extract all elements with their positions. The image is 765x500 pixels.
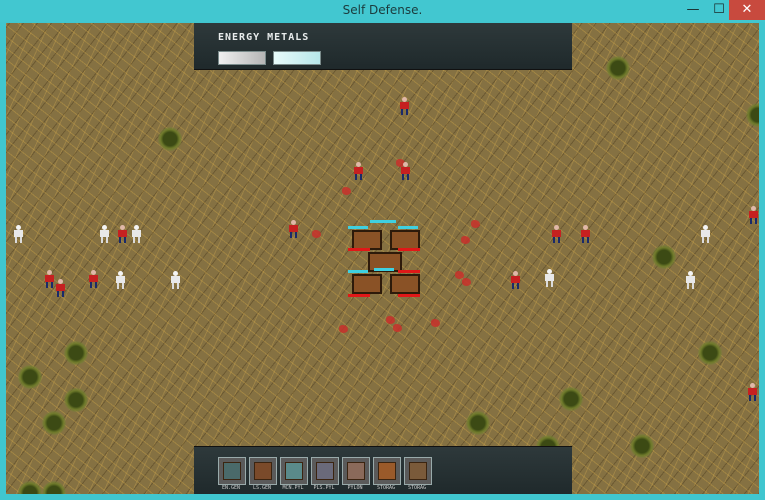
blood-splat bbox=[339, 325, 348, 333]
enemy-soldier[interactable] bbox=[98, 225, 110, 243]
blood-splat bbox=[342, 187, 351, 195]
blood-splat bbox=[312, 230, 321, 238]
build-machine-pylon-button[interactable] bbox=[280, 457, 308, 485]
shield-bar bbox=[370, 220, 396, 223]
enemy-soldier[interactable] bbox=[398, 97, 410, 115]
enemy-soldier[interactable] bbox=[130, 225, 142, 243]
enemy-soldier[interactable] bbox=[747, 206, 759, 224]
minimize-button[interactable]: — bbox=[680, 0, 706, 20]
base-module[interactable] bbox=[352, 230, 382, 250]
player-base[interactable] bbox=[346, 216, 421, 301]
health-bar bbox=[398, 294, 420, 297]
metals-bar bbox=[273, 51, 321, 65]
blood-splat bbox=[386, 316, 395, 324]
shield-bar bbox=[348, 270, 368, 273]
crater bbox=[466, 411, 490, 435]
build-storage-button[interactable] bbox=[373, 457, 401, 485]
enemy-soldier[interactable] bbox=[509, 271, 521, 289]
build-label: EN.GEN bbox=[221, 485, 241, 491]
base-module[interactable] bbox=[390, 274, 420, 294]
metal-generator-icon bbox=[254, 462, 272, 480]
machine-pylon-icon bbox=[285, 462, 303, 480]
shield-bar bbox=[348, 226, 368, 229]
crater bbox=[630, 434, 654, 458]
build-menu: EN.GEN LS.GEN MCN.PYL PLS.PYL PYLON STOR… bbox=[194, 446, 572, 494]
close-button[interactable]: ✕ bbox=[729, 0, 765, 20]
health-bar bbox=[348, 248, 370, 251]
energy-bar bbox=[218, 51, 266, 65]
enemy-soldier[interactable] bbox=[114, 271, 126, 289]
crater bbox=[606, 56, 630, 80]
shield-bar bbox=[374, 268, 394, 271]
enemy-soldier[interactable] bbox=[550, 225, 562, 243]
enemy-soldier[interactable] bbox=[116, 225, 128, 243]
crater bbox=[42, 481, 66, 494]
build-plasma-pylon-button[interactable] bbox=[311, 457, 339, 485]
base-module[interactable] bbox=[352, 274, 382, 294]
enemy-soldier[interactable] bbox=[169, 271, 181, 289]
game-window: Self Defense. — ☐ ✕ ENERGY METALS EN.GEN… bbox=[0, 0, 765, 500]
enemy-soldier[interactable] bbox=[287, 220, 299, 238]
storage-icon bbox=[378, 462, 396, 480]
blood-splat bbox=[393, 324, 402, 332]
energy-generator-icon bbox=[223, 462, 241, 480]
enemy-soldier[interactable] bbox=[352, 162, 364, 180]
build-metal-generator-button[interactable] bbox=[249, 457, 277, 485]
resource-panel: ENERGY METALS bbox=[194, 23, 572, 70]
pylon-icon bbox=[347, 462, 365, 480]
build-label: PYLON bbox=[347, 485, 363, 491]
enemy-soldier[interactable] bbox=[699, 225, 711, 243]
crater bbox=[18, 481, 42, 494]
shield-bar bbox=[398, 226, 418, 229]
crater bbox=[18, 365, 42, 389]
health-bar bbox=[398, 248, 420, 251]
health-bar bbox=[398, 270, 420, 273]
health-bar bbox=[348, 294, 370, 297]
build-label: LS.GEN bbox=[252, 485, 272, 491]
enemy-soldier[interactable] bbox=[543, 269, 555, 287]
enemy-soldier[interactable] bbox=[12, 225, 24, 243]
enemy-soldier[interactable] bbox=[684, 271, 696, 289]
blood-splat bbox=[462, 278, 471, 286]
title-bar[interactable]: Self Defense. — ☐ ✕ bbox=[0, 0, 765, 22]
enemy-soldier[interactable] bbox=[399, 162, 411, 180]
enemy-soldier[interactable] bbox=[54, 279, 66, 297]
build-storage-alt-button[interactable] bbox=[404, 457, 432, 485]
build-label: STORAG bbox=[376, 485, 396, 491]
blood-splat bbox=[431, 319, 440, 327]
build-energy-generator-button[interactable] bbox=[218, 457, 246, 485]
blood-splat bbox=[471, 220, 480, 228]
crater bbox=[64, 341, 88, 365]
build-pylon-button[interactable] bbox=[342, 457, 370, 485]
crater bbox=[64, 388, 88, 412]
window-title: Self Defense. bbox=[342, 3, 423, 17]
plasma-pylon-icon bbox=[316, 462, 334, 480]
crater bbox=[746, 103, 759, 127]
base-module[interactable] bbox=[390, 230, 420, 250]
build-label: STORAG bbox=[407, 485, 427, 491]
enemy-soldier[interactable] bbox=[579, 225, 591, 243]
enemy-soldier[interactable] bbox=[87, 270, 99, 288]
crater bbox=[698, 341, 722, 365]
storage-alt-icon bbox=[409, 462, 427, 480]
crater bbox=[42, 411, 66, 435]
build-label: MCN.PYL bbox=[282, 485, 304, 491]
enemy-soldier[interactable] bbox=[746, 383, 758, 401]
game-field[interactable]: ENERGY METALS EN.GEN LS.GEN MCN.PYL PLS.… bbox=[6, 23, 759, 494]
resource-labels: ENERGY METALS bbox=[218, 32, 310, 43]
crater bbox=[652, 245, 676, 269]
build-label: PLS.PYL bbox=[313, 485, 335, 491]
crater bbox=[158, 127, 182, 151]
blood-splat bbox=[461, 236, 470, 244]
crater bbox=[559, 387, 583, 411]
